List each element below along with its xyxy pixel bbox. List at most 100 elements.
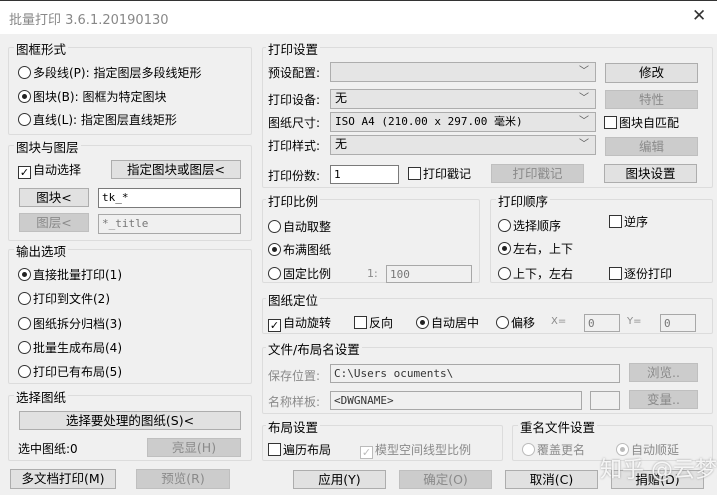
paper-combo[interactable]: ISO A4 (210.00 x 297.00 毫米) ﹀ <box>330 112 596 132</box>
checkbox-icon: ✓ <box>18 166 31 179</box>
group-label: 打印设置 <box>266 39 321 58</box>
auto-rotate-checkbox[interactable]: ✓ 自动旋转 <box>268 314 331 332</box>
group-label: 图框形式 <box>14 39 69 58</box>
traverse-layout-checkbox[interactable]: 遍历布局 <box>268 441 331 458</box>
reverse-checkbox[interactable]: 反向 <box>354 314 393 331</box>
name-template-label: 名称样板: <box>268 395 321 409</box>
radio-output-direct[interactable]: 直接批量打印(1) <box>18 266 122 283</box>
ok-button[interactable]: 确定(O) <box>399 470 492 489</box>
radio-icon <box>498 267 511 280</box>
radio-icon <box>18 292 31 305</box>
variable-button[interactable]: 变量.. <box>629 390 698 409</box>
preview-button[interactable]: 预览(R) <box>136 469 230 489</box>
group-label: 重名文件设置 <box>518 417 598 436</box>
radio-frame-polyline[interactable]: 多段线(P): 指定图层多段线矩形 <box>18 64 201 81</box>
radio-icon <box>522 443 535 456</box>
radio-label: 上下，左右 <box>513 267 574 281</box>
checkbox-icon <box>604 116 617 129</box>
radio-icon <box>18 365 31 378</box>
radio-scale-fixed[interactable]: 固定比例 <box>268 265 331 282</box>
radio-label: 直线(L): 指定图层直线矩形 <box>33 113 177 127</box>
reverse-order-checkbox[interactable]: 逆序 <box>609 213 648 230</box>
style-combo[interactable]: 无 ﹀ <box>330 135 596 155</box>
checkbox-label: 逆序 <box>624 215 649 229</box>
radio-scale-fit[interactable]: 布满图纸 <box>268 241 331 258</box>
model-linetype-checkbox[interactable]: ✓ 模型空间线型比例 <box>360 441 471 459</box>
copies-input[interactable]: 1 <box>330 165 399 184</box>
radio-output-file[interactable]: 打印到文件(2) <box>18 290 110 307</box>
radio-label: 固定比例 <box>283 267 332 281</box>
radio-label: 覆盖更名 <box>537 443 586 457</box>
preset-combo[interactable]: ﹀ <box>330 62 596 82</box>
print-stamp-button[interactable]: 打印戳记 <box>491 164 584 183</box>
collate-checkbox[interactable]: 逐份打印 <box>609 265 672 282</box>
group-label: 文件/布局名设置 <box>266 339 362 358</box>
properties-button[interactable]: 特性 <box>605 90 698 109</box>
edit-button[interactable]: 编辑 <box>605 137 698 156</box>
radio-frame-line[interactable]: 直线(L): 指定图层直线矩形 <box>18 111 177 128</box>
select-drawings-button[interactable]: 选择要处理的图纸(S)< <box>19 411 241 430</box>
radio-label: 批量生成布局(4) <box>33 341 122 355</box>
radio-output-existing[interactable]: 打印已有布局(5) <box>18 363 122 380</box>
radio-order-lr-tb[interactable]: 左右，上下 <box>498 240 573 257</box>
device-label: 打印设备: <box>268 93 321 107</box>
template-extra-input[interactable] <box>590 391 620 410</box>
radio-label: 自动取整 <box>283 220 332 234</box>
radio-icon <box>498 242 511 255</box>
layer-name-input[interactable]: *_title <box>98 214 241 234</box>
layer-pick-button[interactable]: 图层< <box>19 213 89 232</box>
radio-order-selection[interactable]: 选择顺序 <box>498 217 561 234</box>
block-settings-button[interactable]: 图块设置 <box>604 164 697 183</box>
block-auto-match-checkbox[interactable]: 图块自匹配 <box>604 114 679 131</box>
highlight-button[interactable]: 亮显(H) <box>147 438 241 457</box>
multi-doc-print-button[interactable]: 多文档打印(M) <box>10 469 116 489</box>
x-offset-input[interactable]: 0 <box>584 314 620 332</box>
radio-output-layouts[interactable]: 批量生成布局(4) <box>18 339 122 356</box>
group-label: 输出选项 <box>14 241 69 260</box>
browse-button[interactable]: 浏览.. <box>629 363 698 382</box>
group-label: 图块与图层 <box>14 137 81 156</box>
checkbox-label: 打印戳记 <box>423 167 472 181</box>
checkbox-icon <box>354 316 367 329</box>
combo-value: 无 <box>335 137 348 151</box>
radio-label: 图块(B): 图框为特定图块 <box>33 90 167 104</box>
checkbox-label: 图块自匹配 <box>619 116 680 130</box>
preset-label: 预设配置: <box>268 66 321 80</box>
radio-label: 打印到文件(2) <box>33 292 110 306</box>
block-pick-button[interactable]: 图块< <box>19 188 89 207</box>
radio-icon <box>498 219 511 232</box>
y-offset-input[interactable]: 0 <box>660 314 696 332</box>
radio-label: 布满图纸 <box>283 243 332 257</box>
specify-block-layer-button[interactable]: 指定图块或图层< <box>111 160 241 179</box>
radio-icon <box>268 220 281 233</box>
radio-label: 自动居中 <box>431 316 480 330</box>
checkbox-icon: ✓ <box>360 446 373 459</box>
close-icon[interactable]: ✕ <box>692 6 706 26</box>
radio-label: 直接批量打印(1) <box>33 268 122 282</box>
radio-overwrite[interactable]: 覆盖更名 <box>522 441 585 458</box>
radio-offset[interactable]: 偏移 <box>496 314 535 331</box>
modify-button[interactable]: 修改 <box>605 63 698 83</box>
print-stamp-checkbox[interactable]: 打印戳记 <box>408 165 471 182</box>
paper-label: 图纸尺寸: <box>268 116 321 130</box>
block-name-input[interactable]: tk_* <box>98 188 241 208</box>
apply-button[interactable]: 应用(Y) <box>293 470 386 489</box>
y-label: Y= <box>627 316 642 327</box>
save-location-label: 保存位置: <box>268 369 321 383</box>
radio-label: 打印已有布局(5) <box>33 365 122 379</box>
radio-scale-auto[interactable]: 自动取整 <box>268 218 331 235</box>
cancel-button[interactable]: 取消(C) <box>505 470 598 489</box>
ratio-input[interactable]: 100 <box>386 265 472 283</box>
radio-order-tb-lr[interactable]: 上下，左右 <box>498 265 573 282</box>
radio-icon <box>18 90 31 103</box>
auto-select-checkbox[interactable]: ✓ 自动选择 <box>18 161 81 179</box>
radio-output-split[interactable]: 图纸拆分归档(3) <box>18 315 122 332</box>
device-combo[interactable]: 无 ﹀ <box>330 89 596 109</box>
name-template-input[interactable]: <DWGNAME> <box>330 391 582 410</box>
radio-icon <box>268 243 281 256</box>
copies-label: 打印份数: <box>268 169 321 183</box>
save-location-input[interactable]: C:\Users ocuments\ <box>330 364 620 383</box>
chevron-down-icon: ﹀ <box>579 139 589 150</box>
radio-frame-block[interactable]: 图块(B): 图框为特定图块 <box>18 88 166 105</box>
radio-auto-center[interactable]: 自动居中 <box>416 314 479 331</box>
